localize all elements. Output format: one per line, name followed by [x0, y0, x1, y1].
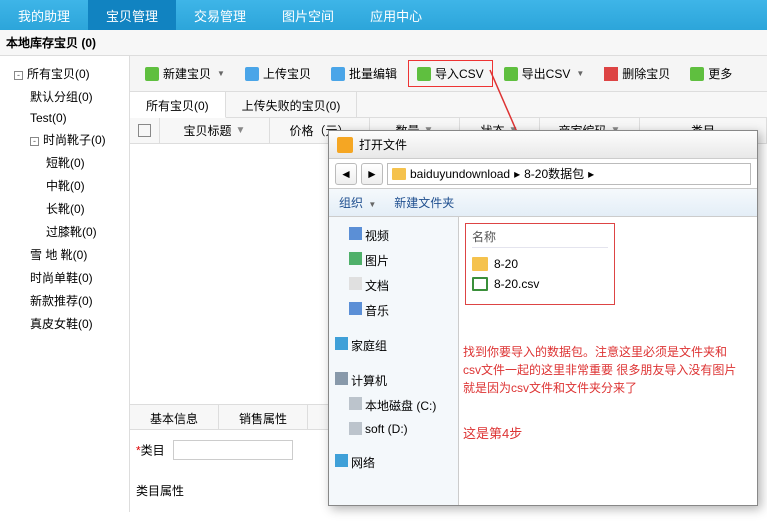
file-highlight-box: 名称 8-20 8-20.csv: [465, 223, 615, 305]
select-all-checkbox[interactable]: [138, 124, 151, 137]
top-nav: 我的助理 宝贝管理 交易管理 图片空间 应用中心: [0, 0, 767, 30]
dialog-titlebar: 打开文件: [329, 131, 757, 159]
folder-icon: [392, 168, 406, 180]
side-video[interactable]: 视频: [335, 223, 452, 248]
back-button[interactable]: ◄: [335, 163, 357, 185]
annotation-step: 这是第4步: [463, 423, 522, 442]
tree-knee[interactable]: 过膝靴(0): [0, 220, 129, 243]
organize-menu[interactable]: 组织 ▼: [339, 194, 376, 211]
side-images[interactable]: 图片: [335, 248, 452, 273]
detail-tabs: 基本信息 销售属性: [130, 404, 330, 430]
image-icon: [349, 252, 362, 265]
edit-icon: [331, 67, 345, 81]
dialog-toolbar: 组织 ▼ 新建文件夹: [329, 189, 757, 217]
category-label: 类目: [141, 444, 165, 458]
export-icon: [504, 67, 518, 81]
nav-tab-images[interactable]: 图片空间: [264, 0, 352, 30]
computer-icon: [335, 372, 348, 385]
nav-tab-assistant[interactable]: 我的助理: [0, 0, 88, 30]
network-icon: [335, 454, 348, 467]
side-computer[interactable]: 计算机: [335, 368, 452, 393]
address-bar[interactable]: baiduyundownload ▸ 8-20数据包 ▸: [387, 163, 751, 185]
export-csv-button[interactable]: 导出CSV▼: [495, 60, 594, 87]
tree-single[interactable]: 时尚单鞋(0): [0, 266, 129, 289]
dialog-title: 打开文件: [359, 136, 407, 153]
tree-short[interactable]: 短靴(0): [0, 151, 129, 174]
annotation-text: 找到你要导入的数据包。注意这里必须是文件夹和csv文件一起的这里非常重要 很多朋…: [463, 343, 743, 397]
drive-icon: [349, 397, 362, 410]
side-network[interactable]: 网络: [335, 450, 452, 475]
tree-boots[interactable]: -时尚靴子(0): [0, 128, 129, 151]
tree-test[interactable]: Test(0): [0, 108, 129, 128]
tree-long[interactable]: 长靴(0): [0, 197, 129, 220]
folder-icon: [337, 137, 353, 153]
toolbar: 新建宝贝▼ 上传宝贝 批量编辑 导入CSV 导出CSV▼ 删除宝贝 更多: [130, 56, 767, 92]
upload-button[interactable]: 上传宝贝: [236, 60, 320, 87]
new-product-button[interactable]: 新建宝贝▼: [136, 60, 234, 87]
import-csv-button[interactable]: 导入CSV: [408, 60, 493, 87]
batch-edit-button[interactable]: 批量编辑: [322, 60, 406, 87]
filter-icon[interactable]: ▼: [236, 125, 246, 136]
file-csv-820[interactable]: 8-20.csv: [472, 274, 608, 294]
forward-button[interactable]: ►: [361, 163, 383, 185]
tab-all-products[interactable]: 所有宝贝(0): [130, 92, 226, 118]
collapse-icon[interactable]: -: [14, 71, 23, 80]
import-icon: [417, 67, 431, 81]
tab-basic-info[interactable]: 基本信息: [130, 405, 219, 429]
more-button[interactable]: 更多: [681, 60, 741, 87]
side-homegroup[interactable]: 家庭组: [335, 333, 452, 358]
dialog-sidebar: 视频 图片 文档 音乐 家庭组 计算机 本地磁盘 (C:) soft (D:) …: [329, 217, 459, 505]
music-icon: [349, 302, 362, 315]
video-icon: [349, 227, 362, 240]
tab-failed-uploads[interactable]: 上传失败的宝贝(0): [226, 92, 358, 117]
list-header-name[interactable]: 名称: [472, 228, 608, 248]
tree-mid[interactable]: 中靴(0): [0, 174, 129, 197]
doc-icon: [349, 277, 362, 290]
tree-new[interactable]: 新款推荐(0): [0, 289, 129, 312]
sidebar-tree: -所有宝贝(0) 默认分组(0) Test(0) -时尚靴子(0) 短靴(0) …: [0, 56, 130, 512]
col-title[interactable]: 宝贝标题: [184, 122, 232, 139]
nav-tab-apps[interactable]: 应用中心: [352, 0, 440, 30]
chevron-down-icon: ▼: [576, 69, 584, 78]
nav-tab-products[interactable]: 宝贝管理: [88, 0, 176, 30]
chevron-down-icon: ▼: [217, 69, 225, 78]
homegroup-icon: [335, 337, 348, 350]
sub-header-title: 本地库存宝贝 (0): [6, 34, 96, 51]
more-icon: [690, 67, 704, 81]
collapse-icon[interactable]: -: [30, 137, 39, 146]
tree-leather[interactable]: 真皮女鞋(0): [0, 312, 129, 335]
side-music[interactable]: 音乐: [335, 298, 452, 323]
dialog-file-list: 名称 8-20 8-20.csv 找到你要导入的数据包。注意这里必须是文件夹和c…: [459, 217, 757, 505]
csv-icon: [472, 277, 488, 291]
content-tabs: 所有宝贝(0) 上传失败的宝贝(0): [130, 92, 767, 118]
form-area: *类目 类目属性: [136, 440, 293, 521]
side-drive-c[interactable]: 本地磁盘 (C:): [335, 393, 452, 418]
drive-icon: [349, 422, 362, 435]
side-docs[interactable]: 文档: [335, 273, 452, 298]
file-folder-820[interactable]: 8-20: [472, 254, 608, 274]
tree-all[interactable]: -所有宝贝(0): [0, 62, 129, 85]
delete-button[interactable]: 删除宝贝: [595, 60, 679, 87]
side-drive-d[interactable]: soft (D:): [335, 418, 452, 440]
upload-icon: [245, 67, 259, 81]
nav-tab-trade[interactable]: 交易管理: [176, 0, 264, 30]
tab-sale-attrs[interactable]: 销售属性: [219, 405, 308, 429]
delete-icon: [604, 67, 618, 81]
category-input[interactable]: [173, 440, 293, 460]
attrs-label: 类目属性: [136, 484, 184, 498]
tree-default[interactable]: 默认分组(0): [0, 85, 129, 108]
plus-icon: [145, 67, 159, 81]
open-file-dialog: 打开文件 ◄ ► baiduyundownload ▸ 8-20数据包 ▸ 组织…: [328, 130, 758, 506]
folder-icon: [472, 257, 488, 271]
dialog-nav: ◄ ► baiduyundownload ▸ 8-20数据包 ▸: [329, 159, 757, 189]
new-folder-button[interactable]: 新建文件夹: [394, 194, 454, 211]
sub-header: 本地库存宝贝 (0): [0, 30, 767, 56]
tree-snow[interactable]: 雪 地 靴(0): [0, 243, 129, 266]
